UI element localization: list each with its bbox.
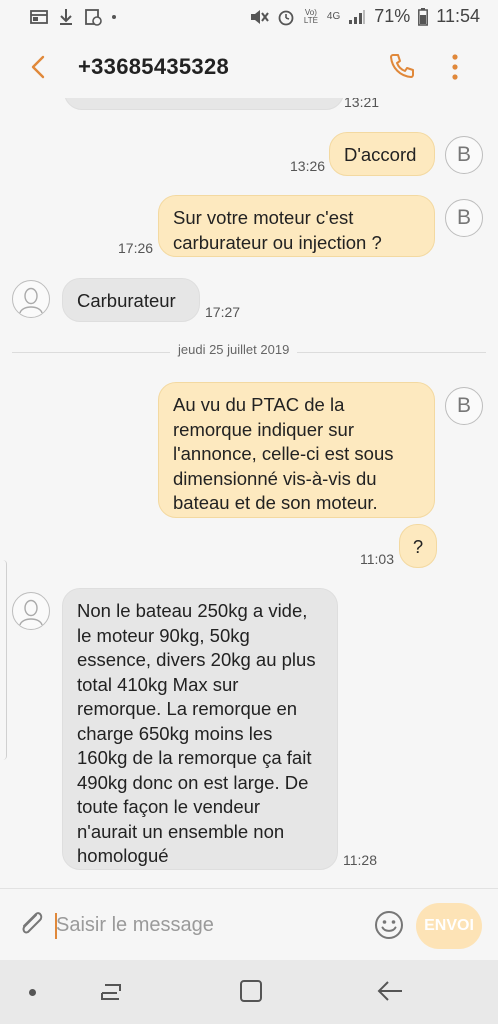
- attachment-icon[interactable]: [16, 907, 46, 941]
- message-time: 11:28: [343, 852, 377, 868]
- battery-percent: 71%: [374, 6, 411, 26]
- battery-icon: [418, 7, 429, 26]
- avatar[interactable]: B: [445, 199, 483, 237]
- back-arrow-icon[interactable]: [26, 52, 52, 82]
- message-time: 17:27: [205, 304, 241, 320]
- message-time: 13:26: [290, 158, 326, 174]
- navigation-bar: [0, 960, 498, 1024]
- message-time: 13:21: [344, 98, 380, 110]
- conversation-header: +33685435328: [0, 36, 498, 98]
- person-icon: [19, 287, 43, 314]
- avatar[interactable]: B: [445, 387, 483, 425]
- message-list[interactable]: 13:21 D'accord 13:26 B Sur votre moteur …: [0, 98, 498, 888]
- phone-icon[interactable]: [386, 50, 418, 82]
- back-icon[interactable]: [376, 978, 404, 1004]
- network-type: 4G: [326, 10, 341, 22]
- message-bubble-outgoing[interactable]: ?: [399, 524, 437, 568]
- message-composer: ENVOI: [0, 888, 498, 961]
- status-bar: Vo) LTE 4G 71% 11:54: [0, 0, 498, 36]
- date-divider: jeudi 25 juillet 2019: [170, 342, 298, 357]
- more-options-icon[interactable]: [450, 52, 460, 82]
- screenshot-icon: [85, 9, 102, 26]
- avatar-letter: B: [456, 394, 471, 417]
- download-icon: [60, 9, 72, 25]
- message-bubble-incoming[interactable]: Carburateur: [62, 278, 200, 322]
- message-time: 11:03: [360, 551, 394, 567]
- dot-icon: [112, 15, 116, 19]
- contact-avatar[interactable]: [12, 592, 50, 630]
- person-icon: [19, 599, 43, 626]
- avatar[interactable]: B: [445, 136, 483, 174]
- clock: 11:54: [436, 6, 480, 26]
- message-bubble-outgoing[interactable]: Au vu du PTAC de la remorque indiquer su…: [158, 382, 435, 518]
- status-system: Vo) LTE 4G 71% 11:54: [249, 6, 480, 27]
- message-time: 17:26: [118, 240, 154, 256]
- signal-icon: [349, 9, 366, 24]
- home-icon[interactable]: [238, 978, 264, 1004]
- avatar-letter: B: [456, 143, 471, 166]
- contact-name: +33685435328: [78, 54, 230, 79]
- mute-icon: [250, 9, 269, 24]
- volte-label: Vo) LTE: [303, 7, 318, 25]
- message-bubble-incoming[interactable]: [64, 98, 344, 110]
- recents-icon[interactable]: [100, 980, 124, 1004]
- message-bubble-outgoing[interactable]: Sur votre moteur c'est carburateur ou in…: [158, 195, 435, 257]
- emoji-icon[interactable]: [373, 909, 405, 941]
- gallery-icon: [30, 10, 48, 24]
- alarm-icon: [278, 10, 294, 25]
- send-button[interactable]: ENVOI: [416, 903, 482, 949]
- nav-dot-icon[interactable]: [29, 989, 36, 996]
- message-bubble-incoming[interactable]: Non le bateau 250kg a vide, le moteur 90…: [62, 588, 338, 870]
- status-notifications: [30, 8, 116, 26]
- edge-panel-handle[interactable]: [0, 560, 7, 760]
- contact-avatar[interactable]: [12, 280, 50, 318]
- message-bubble-outgoing[interactable]: D'accord: [329, 132, 435, 176]
- avatar-letter: B: [456, 206, 471, 229]
- message-input[interactable]: [56, 909, 356, 941]
